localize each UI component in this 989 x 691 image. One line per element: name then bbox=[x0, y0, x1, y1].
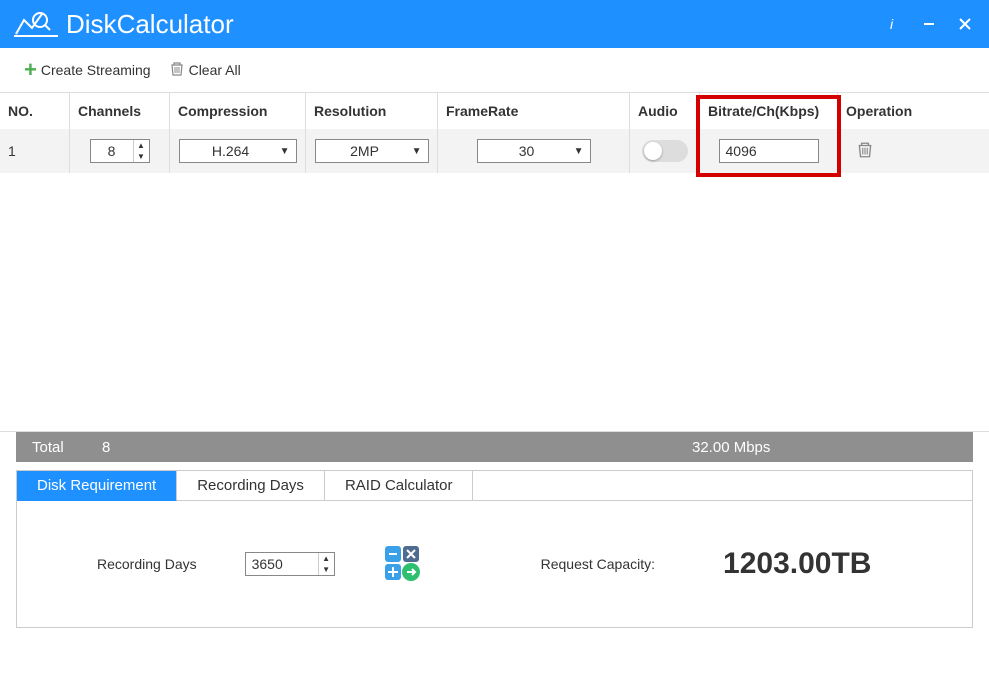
col-header-channels: Channels bbox=[70, 93, 170, 129]
recording-days-value: 3650 bbox=[246, 556, 318, 572]
resolution-value: 2MP bbox=[322, 143, 408, 159]
plus-icon: + bbox=[24, 59, 37, 81]
create-streaming-label: Create Streaming bbox=[41, 62, 151, 78]
result-panel: Disk Requirement Recording Days RAID Cal… bbox=[16, 470, 973, 628]
framerate-value: 30 bbox=[484, 143, 570, 159]
days-down-icon[interactable]: ▼ bbox=[319, 564, 334, 575]
minimize-button[interactable] bbox=[917, 12, 941, 36]
chevron-down-icon: ▼ bbox=[412, 146, 422, 157]
toolbar: + Create Streaming Clear All bbox=[0, 48, 989, 92]
calculate-button[interactable] bbox=[383, 544, 423, 584]
col-header-bitrate: Bitrate/Ch(Kbps) bbox=[700, 93, 838, 129]
bitrate-value: 4096 bbox=[726, 143, 757, 159]
col-header-operation: Operation bbox=[838, 93, 989, 129]
total-label: Total bbox=[32, 439, 102, 456]
cell-no: 1 bbox=[0, 129, 70, 173]
table-row: 1 8 ▲ ▼ H.264 ▼ 2MP ▼ 30 bbox=[0, 129, 989, 173]
bitrate-input[interactable]: 4096 bbox=[719, 139, 819, 163]
clear-all-button[interactable]: Clear All bbox=[169, 61, 241, 80]
delete-row-button[interactable] bbox=[856, 141, 874, 162]
total-bitrate: 32.00 Mbps bbox=[692, 439, 770, 456]
request-capacity-label: Request Capacity: bbox=[541, 556, 655, 572]
col-header-no: NO. bbox=[0, 93, 70, 129]
trash-icon bbox=[856, 141, 874, 159]
tab-recording-days[interactable]: Recording Days bbox=[177, 471, 325, 501]
tab-body: Recording Days 3650 ▲ ▼ Request Capacity… bbox=[17, 501, 972, 627]
trash-icon bbox=[169, 61, 185, 80]
clear-all-label: Clear All bbox=[189, 62, 241, 78]
chevron-down-icon: ▼ bbox=[280, 146, 290, 157]
title-bar: Disk Calculator i bbox=[0, 0, 989, 48]
compression-dropdown[interactable]: H.264 ▼ bbox=[179, 139, 297, 163]
tabs: Disk Requirement Recording Days RAID Cal… bbox=[17, 471, 972, 501]
days-up-icon[interactable]: ▲ bbox=[319, 553, 334, 564]
framerate-dropdown[interactable]: 30 ▼ bbox=[477, 139, 591, 163]
chevron-down-icon: ▼ bbox=[574, 146, 584, 157]
recording-days-label: Recording Days bbox=[97, 556, 197, 572]
create-streaming-button[interactable]: + Create Streaming bbox=[24, 59, 151, 81]
tab-raid-calculator[interactable]: RAID Calculator bbox=[325, 471, 474, 501]
col-header-framerate: FrameRate bbox=[438, 93, 630, 129]
info-button[interactable]: i bbox=[881, 12, 905, 36]
streaming-table: NO. Channels Compression Resolution Fram… bbox=[0, 92, 989, 432]
tab-disk-requirement[interactable]: Disk Requirement bbox=[17, 471, 177, 501]
channels-stepper[interactable]: 8 ▲ ▼ bbox=[90, 139, 150, 163]
recording-days-stepper[interactable]: 3650 ▲ ▼ bbox=[245, 552, 335, 576]
channels-up-icon[interactable]: ▲ bbox=[134, 140, 149, 151]
col-header-resolution: Resolution bbox=[306, 93, 438, 129]
channels-value: 8 bbox=[91, 143, 133, 159]
col-header-audio: Audio bbox=[630, 93, 700, 129]
logo-icon bbox=[12, 8, 60, 40]
toggle-knob bbox=[644, 142, 662, 160]
channels-down-icon[interactable]: ▼ bbox=[134, 151, 149, 162]
table-empty-area bbox=[0, 173, 989, 431]
request-capacity-value: 1203.00TB bbox=[723, 547, 871, 581]
app-title-thin: Calculator bbox=[117, 9, 234, 40]
total-channels: 8 bbox=[102, 439, 692, 456]
svg-text:i: i bbox=[890, 17, 894, 31]
close-button[interactable] bbox=[953, 12, 977, 36]
audio-toggle[interactable] bbox=[642, 140, 688, 162]
table-header-row: NO. Channels Compression Resolution Fram… bbox=[0, 93, 989, 129]
totals-bar: Total 8 32.00 Mbps bbox=[16, 432, 973, 462]
compression-value: H.264 bbox=[186, 143, 276, 159]
col-header-compression: Compression bbox=[170, 93, 306, 129]
resolution-dropdown[interactable]: 2MP ▼ bbox=[315, 139, 429, 163]
app-title-bold: Disk bbox=[66, 9, 117, 40]
